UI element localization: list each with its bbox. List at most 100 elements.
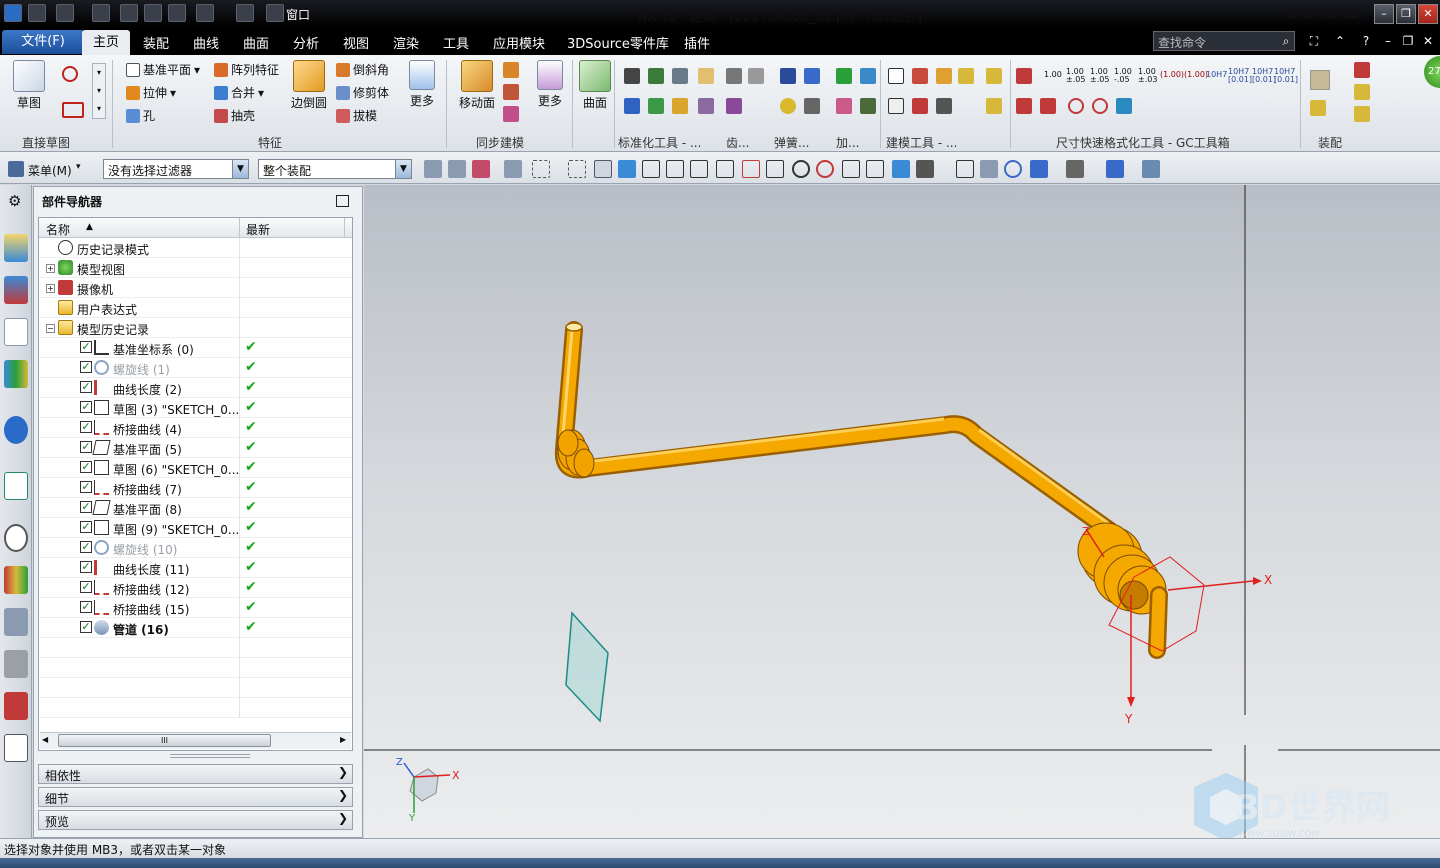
scroll-right-icon[interactable]: ▶ [340,735,346,744]
tab-tools[interactable]: 工具 [443,33,469,52]
hole-button[interactable]: 孔 [126,107,155,124]
tree-row[interactable]: + 模型视图 [39,258,352,278]
panel-splitter[interactable] [170,754,250,758]
datum-plane-button[interactable]: 基准平面 ▾ [126,61,200,78]
sync-more-button[interactable]: 更多 [534,60,566,109]
web-browser-icon[interactable] [4,472,28,500]
std-tool-icon[interactable] [698,68,714,84]
spring-icon[interactable] [804,68,820,84]
close-button[interactable]: ✕ [1418,4,1438,24]
tab-analysis[interactable]: 分析 [293,33,319,52]
select-tool-icon[interactable] [448,160,466,178]
snap-tool-icon[interactable] [916,160,934,178]
dim-tool-icon[interactable] [1092,98,1108,114]
group-add[interactable]: 加... [836,134,859,151]
model-tool-icon[interactable] [912,98,928,114]
tree-row[interactable]: ✓ 螺旋线 (10) ✔ [39,538,352,558]
zoom-icon[interactable] [980,160,998,178]
visibility-checkbox[interactable]: ✓ [80,481,92,493]
rectangle-icon[interactable] [62,102,84,118]
selection-scope-select[interactable]: 整个装配 ▼ [258,159,412,179]
window-icon[interactable] [266,4,284,22]
dim-tool-icon[interactable] [1068,98,1084,114]
manufacturing-wizard-icon[interactable] [4,608,28,636]
visibility-checkbox[interactable]: ✓ [80,581,92,593]
visibility-checkbox[interactable]: ✓ [80,421,92,433]
history-icon[interactable] [4,524,28,552]
dependencies-section[interactable]: 相依性 ❯ [38,764,353,784]
gc-tool-icon[interactable] [986,68,1002,84]
add-tool-icon[interactable] [860,98,876,114]
tab-view[interactable]: 视图 [343,33,369,52]
visibility-checkbox[interactable]: ✓ [80,381,92,393]
group-model-tools[interactable]: 建模工具 - ... [886,134,957,151]
tree-row[interactable]: 历史记录模式 [39,238,352,258]
gear-tool-icon[interactable] [726,98,742,114]
std-tool-icon[interactable] [624,68,640,84]
doc-restore-icon[interactable]: ❐ [1400,34,1416,48]
minimize-button[interactable]: – [1374,4,1394,24]
help-icon[interactable]: ? [1358,34,1374,48]
cut-icon[interactable] [120,4,138,22]
layer-icon[interactable] [1142,160,1160,178]
snap-face-icon[interactable] [892,160,910,178]
dim-tool-icon[interactable] [1040,98,1056,114]
spring-icon[interactable] [780,98,796,114]
assembly-tool-icon[interactable] [1310,100,1326,116]
tab-application[interactable]: 应用模块 [493,33,545,52]
visibility-checkbox[interactable]: ✓ [80,521,92,533]
assembly-tool-icon[interactable] [1310,70,1330,90]
group-dim-format[interactable]: 尺寸快速格式化工具 - GC工具箱 [1056,134,1230,151]
sketch-more-dropdown[interactable]: ▾ ▾ ▾ [92,63,106,119]
datum-plane[interactable] [565,611,609,723]
model-view[interactable]: X Y Z X Y Z 3D世界网 WWW.3DSJW.COM [364,185,1440,840]
visibility-checkbox[interactable]: ✓ [80,461,92,473]
dim-format-button[interactable]: 10H7 [0.01] [1252,68,1276,84]
constraint-navigator-icon[interactable] [4,276,28,304]
touch-mode-icon[interactable] [236,4,254,22]
expand-icon[interactable]: + [46,284,55,293]
trim-body-button[interactable]: 修剪体 [336,84,389,101]
profile-icon[interactable] [62,66,78,82]
visibility-checkbox[interactable]: ✓ [80,601,92,613]
spring-icon[interactable] [780,68,796,84]
chevron-down-icon[interactable]: ▼ [395,160,411,178]
tab-surface[interactable]: 曲面 [243,33,269,52]
chamfer-button[interactable]: 倒斜角 [336,61,389,78]
snap-perpendicular-icon[interactable] [766,160,784,178]
pipe-body[interactable] [554,321,1168,659]
tree-row[interactable]: ✓ 基准平面 (5) ✔ [39,438,352,458]
process-studio-icon[interactable] [4,566,28,594]
extrude-button[interactable]: 拉伸 ▾ [126,84,176,101]
tree-row[interactable]: ✓ 螺旋线 (1) ✔ [39,358,352,378]
graphics-window[interactable]: X Y Z X Y Z 3D世界网 WWW.3DSJW.COM [364,185,1440,840]
spring-icon[interactable] [804,98,820,114]
orient-view-icon[interactable] [1030,160,1048,178]
select-tool-icon[interactable] [424,160,442,178]
dim-tool-icon[interactable] [1016,68,1032,84]
tree-row[interactable]: ✓ 基准坐标系 (0) ✔ [39,338,352,358]
gear-tool-icon[interactable] [748,68,764,84]
model-tool-icon[interactable] [888,98,904,114]
snap-endpoint-icon[interactable] [666,160,684,178]
snap-center-icon[interactable] [792,160,810,178]
column-latest-header[interactable]: 最新 [246,221,270,238]
assembly-tool-icon[interactable] [1354,106,1370,122]
tree-row[interactable]: ✓ 桥接曲线 (15) ✔ [39,598,352,618]
render-style-icon[interactable] [1066,160,1084,178]
visibility-checkbox[interactable]: ✓ [80,361,92,373]
role-icon[interactable] [4,650,28,678]
sync-tool-1-icon[interactable] [503,62,519,78]
collapse-ribbon-icon[interactable]: ⌃ [1332,34,1348,48]
snap-midpoint-icon[interactable] [690,160,708,178]
repeat-command-icon[interactable] [196,4,214,22]
tree-row[interactable]: − 模型历史记录 [39,318,352,338]
tree-row[interactable]: ✓ 草图 (9) "SKETCH_0... ✔ [39,518,352,538]
shell-button[interactable]: 抽壳 [214,107,255,124]
dim-format-button[interactable]: 1.00 [1044,70,1062,79]
details-section[interactable]: 细节 ❯ [38,787,353,807]
tree-row[interactable]: ✓ 桥接曲线 (4) ✔ [39,418,352,438]
std-tool-icon[interactable] [672,98,688,114]
move-face-button[interactable]: 移动面 [456,60,498,111]
draft-button[interactable]: 拔模 [336,107,377,124]
